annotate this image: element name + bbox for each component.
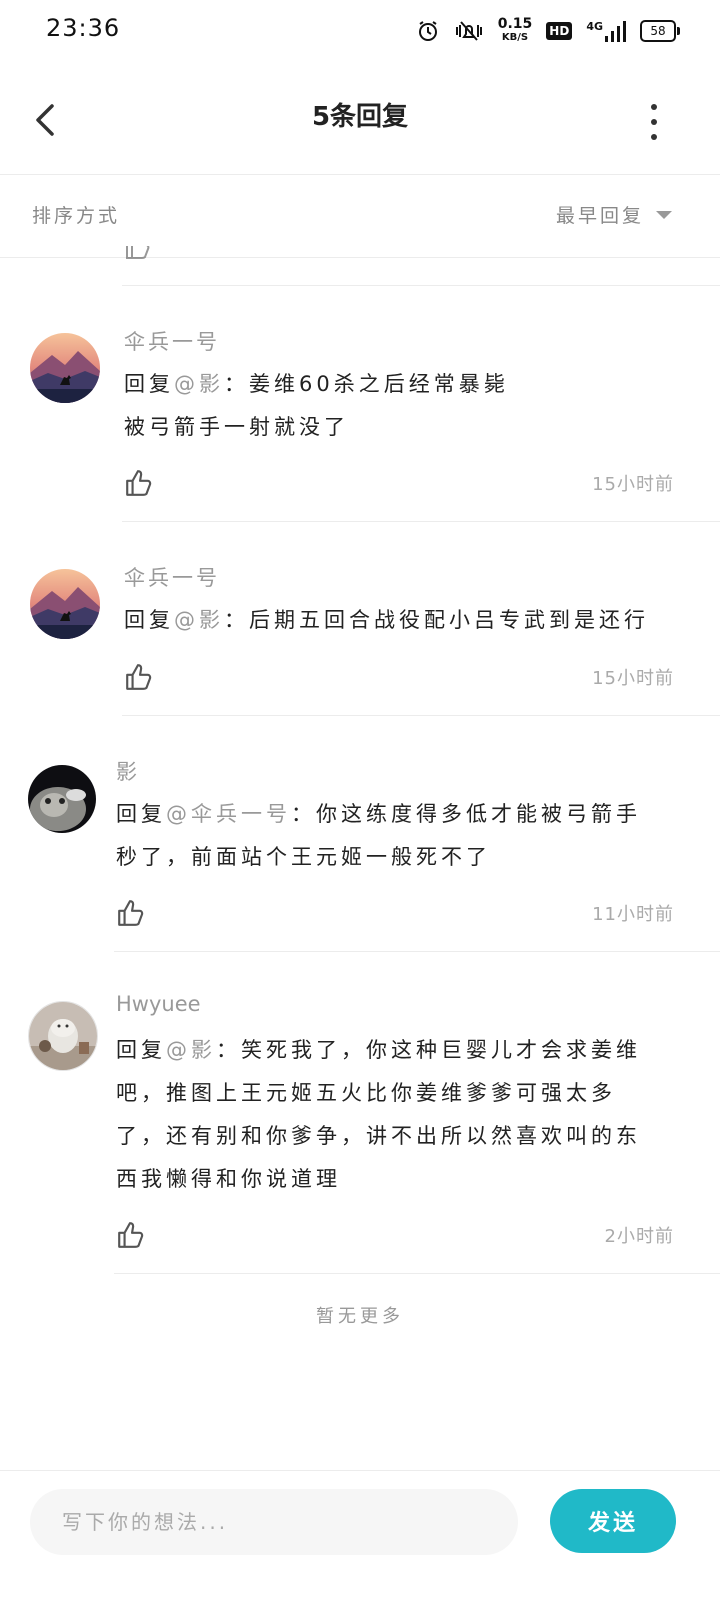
status-time: 23:36 (46, 14, 121, 42)
reply-prefix: 回复 (116, 1038, 166, 1062)
compose-bar: 发送 (0, 1470, 720, 1601)
reply-username[interactable]: 伞兵一号 (124, 562, 220, 592)
top-nav-bar: 5条回复 (0, 64, 720, 175)
send-button[interactable]: 发送 (550, 1489, 676, 1553)
alarm-icon (416, 19, 440, 43)
mute-vibrate-icon (454, 19, 484, 43)
like-icon (124, 246, 152, 260)
reply-item: Hwyuee 回复@影：笑死我了，你这种巨婴儿才会求姜维 吧，推图上王元姬五火比… (0, 952, 720, 1274)
status-bar: 23:36 0.15 KB/S HD 4G 58 (0, 0, 720, 64)
thumbs-up-icon (118, 1222, 144, 1248)
reply-time: 15小时前 (592, 474, 674, 495)
reply-line: 西我懒得和你说道理 (116, 1167, 341, 1191)
reply-line: 被弓箭手一射就没了 (124, 415, 349, 439)
net-speed-unit: KB/S (501, 32, 529, 43)
mention-link[interactable]: @影 (174, 608, 224, 632)
reply-line: ：后期五回合战役配小吕专武到是还行 (224, 608, 649, 632)
sort-label: 排序方式 (32, 205, 121, 227)
reply-time: 2小时前 (604, 1226, 674, 1247)
thumbs-up-icon (126, 470, 152, 496)
reply-line: 秒了，前面站个王元姬一般死不了 (116, 845, 491, 869)
battery-level: 58 (650, 24, 666, 38)
more-dot-icon (651, 104, 657, 110)
divider (114, 1273, 720, 1274)
reply-item: 影 回复@伞兵一号：你这练度得多低才能被弓箭手 秒了，前面站个王元姬一般死不了 … (0, 716, 720, 951)
signal-icon: 4G (586, 20, 626, 42)
reply-line: 吧，推图上王元姬五火比你姜维爹爹可强太多 (116, 1081, 616, 1105)
more-options-button[interactable] (648, 104, 660, 140)
reply-item: 伞兵一号 回复@影：后期五回合战役配小吕专武到是还行 15小时前 (0, 522, 720, 715)
status-icons: 0.15 KB/S HD 4G 58 (416, 14, 680, 48)
mention-link[interactable]: @伞兵一号 (166, 802, 291, 826)
reply-line: 了，还有别和你爹争，讲不出所以然喜欢叫的东 (116, 1124, 641, 1148)
battery-icon: 58 (640, 20, 680, 42)
reply-username[interactable]: Hwyuee (116, 992, 201, 1016)
reply-prefix: 回复 (124, 372, 174, 396)
avatar[interactable] (30, 569, 100, 639)
reply-text: 回复@影：姜维60杀之后经常暴毙 被弓箭手一射就没了 (124, 363, 509, 449)
like-button[interactable] (124, 662, 154, 692)
mention-link[interactable]: @影 (174, 372, 224, 396)
like-button[interactable] (116, 1220, 146, 1250)
thumbs-up-icon (126, 664, 152, 690)
sort-dropdown[interactable]: 最早回复 (556, 201, 644, 228)
net-speed: 0.15 KB/S (497, 16, 533, 44)
reply-prefix: 回复 (116, 802, 166, 826)
reply-line: ：你这练度得多低才能被弓箭手 (291, 802, 641, 826)
thumbs-up-icon (118, 900, 144, 926)
reply-username[interactable]: 影 (116, 756, 140, 786)
reply-username[interactable]: 伞兵一号 (124, 326, 220, 356)
sort-bar: 排序方式 最早回复 (0, 175, 720, 258)
reply-text: 回复@影：笑死我了，你这种巨婴儿才会求姜维 吧，推图上王元姬五火比你姜维爹爹可强… (116, 1029, 686, 1201)
reply-text: 回复@影：后期五回合战役配小吕专武到是还行 (124, 599, 649, 642)
reply-text: 回复@伞兵一号：你这练度得多低才能被弓箭手 秒了，前面站个王元姬一般死不了 (116, 793, 641, 879)
no-more-label: 暂无更多 (316, 1306, 404, 1327)
like-button[interactable] (124, 468, 154, 498)
net-speed-value: 0.15 (497, 16, 533, 32)
mention-link[interactable]: @影 (166, 1038, 216, 1062)
reply-prefix: 回复 (124, 608, 174, 632)
network-type: 4G (586, 20, 603, 33)
avatar[interactable] (28, 765, 96, 833)
avatar[interactable] (30, 333, 100, 403)
reply-item: 伞兵一号 回复@影：姜维60杀之后经常暴毙 被弓箭手一射就没了 15小时前 (0, 286, 720, 522)
like-button[interactable] (116, 898, 146, 928)
reply-line: ：姜维60杀之后经常暴毙 (224, 372, 509, 396)
reply-line: ：笑死我了，你这种巨婴儿才会求姜维 (216, 1038, 641, 1062)
hd-badge: HD (546, 22, 573, 40)
caret-down-icon[interactable] (656, 211, 672, 219)
reply-time: 15小时前 (592, 668, 674, 689)
avatar[interactable] (28, 1001, 98, 1071)
page-title: 5条回复 (311, 102, 409, 132)
reply-time: 11小时前 (592, 904, 674, 925)
comment-input[interactable] (30, 1489, 518, 1555)
